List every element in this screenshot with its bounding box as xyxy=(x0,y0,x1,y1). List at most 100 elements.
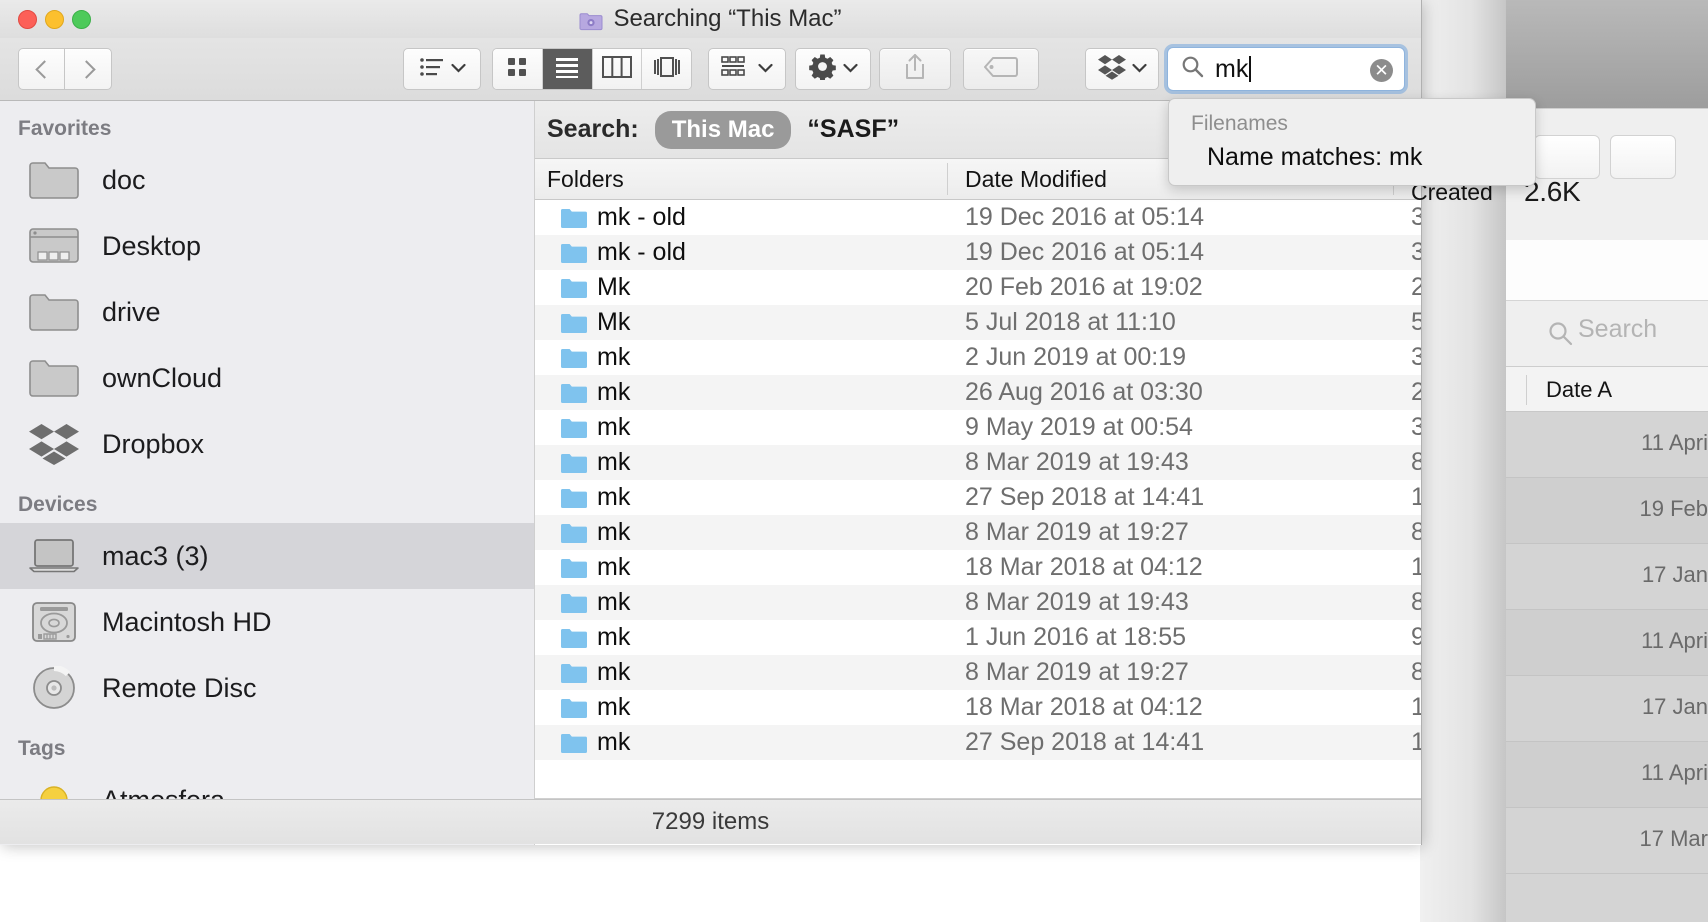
row-date-modified: 2 Jun 2019 at 00:19 xyxy=(965,343,1187,371)
row-date-modified: 26 Aug 2016 at 03:30 xyxy=(965,378,1203,406)
row-date-modified: 18 Mar 2018 at 04:12 xyxy=(965,693,1203,721)
background-table-row[interactable]: 17 Mar xyxy=(1506,808,1708,874)
scope-label: Search: xyxy=(547,115,639,143)
row-folder-name: mk xyxy=(597,658,631,686)
disc-icon xyxy=(26,666,82,710)
view-mode-coverflow-view[interactable] xyxy=(642,49,691,89)
search-suggestions-popover[interactable]: Filenames Name matches: mk xyxy=(1168,98,1536,186)
table-row[interactable]: mk 8 Mar 2019 at 19:27 8 Mar 2019 xyxy=(535,515,1421,550)
folder-icon xyxy=(560,417,588,444)
search-field[interactable]: mk ✕ xyxy=(1167,47,1405,91)
search-input[interactable]: mk xyxy=(1215,55,1248,84)
row-date-modified: 8 Mar 2019 at 19:43 xyxy=(965,588,1189,616)
sidebar-section-devices: Devices xyxy=(18,493,98,516)
sidebar-item-desktop[interactable]: Desktop xyxy=(0,213,534,279)
clear-search-icon[interactable]: ✕ xyxy=(1370,59,1393,82)
table-row[interactable]: mk 8 Mar 2019 at 19:43 8 Mar 2019 xyxy=(535,585,1421,620)
row-date-created: 18 Mar 2018 xyxy=(1411,553,1421,581)
sidebar-item-mac3-3[interactable]: mac3 (3) xyxy=(0,523,534,589)
sidebar-item-label: Dropbox xyxy=(102,428,205,459)
dropbox-icon xyxy=(26,422,82,466)
sidebar-item-dropbox[interactable]: Dropbox xyxy=(0,411,534,477)
text-caret xyxy=(1249,56,1252,82)
background-table-row[interactable]: 17 Jan xyxy=(1506,544,1708,610)
folder-icon xyxy=(560,662,588,689)
background-row-list[interactable]: 11 Apri 19 Feb 17 Jan 11 Apri 17 Jan 11 Apri 1… xyxy=(1506,412,1708,922)
sidebar-item-drive[interactable]: drive xyxy=(0,279,534,345)
table-row[interactable]: mk 27 Sep 2018 at 14:41 1 Jan 1970 a xyxy=(535,725,1421,760)
columns-icon xyxy=(601,55,632,83)
column-divider-1[interactable] xyxy=(947,163,948,195)
background-window-content-strip xyxy=(1506,240,1708,300)
search-icon xyxy=(1548,321,1574,352)
suggestion-item-name-matches[interactable]: Name matches: mk xyxy=(1207,143,1422,172)
background-column-header[interactable]: Date A xyxy=(1506,366,1708,412)
row-date-created: 8 Mar 2019 xyxy=(1411,518,1421,546)
background-table-row[interactable]: 11 Apri xyxy=(1506,412,1708,478)
row-folder-name: Mk xyxy=(597,308,631,336)
chevron-left-icon xyxy=(34,59,54,79)
background-table-row[interactable]: 19 Feb xyxy=(1506,478,1708,544)
dropbox-toolbar-button[interactable] xyxy=(1085,48,1159,90)
view-mode-column-view[interactable] xyxy=(592,49,643,89)
table-row[interactable]: mk 27 Sep 2018 at 14:41 1 Jan 1970 a xyxy=(535,480,1421,515)
table-row[interactable]: mk 26 Aug 2016 at 03:30 25 Aug 2016 xyxy=(535,375,1421,410)
content-area: Search: This Mac “SASF” Folders Date Mod… xyxy=(535,101,1493,845)
table-row[interactable]: mk 1 Jun 2016 at 18:55 9 Nov 2015 xyxy=(535,620,1421,655)
titlebar[interactable]: Searching “This Mac” xyxy=(0,0,1421,38)
table-row[interactable]: mk 8 Mar 2019 at 19:27 8 Mar 2019 xyxy=(535,655,1421,690)
background-table-row[interactable]: 17 Jan xyxy=(1506,676,1708,742)
background-row-date: 19 Feb xyxy=(1639,496,1708,521)
row-date-modified: 8 Mar 2019 at 19:27 xyxy=(965,518,1189,546)
status-bar: 7299 items xyxy=(0,799,1421,844)
group-items-button[interactable] xyxy=(708,48,786,90)
background-search-field[interactable]: Search xyxy=(1506,300,1708,366)
sidebar-item-label: Desktop xyxy=(102,230,202,261)
table-row[interactable]: mk 9 May 2019 at 00:54 31 Oct 2015 xyxy=(535,410,1421,445)
sidebar-item-doc[interactable]: doc xyxy=(0,147,534,213)
sidebar[interactable]: Favorites doc Desktop drive ownCloud Dropbox D… xyxy=(0,101,535,845)
view-mode-segmented-control[interactable] xyxy=(492,48,692,90)
row-folder-name: mk xyxy=(597,378,631,406)
file-list[interactable]: mk - old19 Dec 2016 at 05:1431 Oct 2015m… xyxy=(535,200,1421,786)
table-row[interactable]: mk - old 19 Dec 2016 at 05:14 31 Oct 2015 xyxy=(535,200,1421,235)
sidebar-item-owncloud[interactable]: ownCloud xyxy=(0,345,534,411)
scope-current-folder[interactable]: “SASF” xyxy=(807,115,899,144)
folder-icon xyxy=(560,487,588,514)
background-row-date: 17 Jan xyxy=(1641,694,1708,719)
sidebar-item-remote-disc[interactable]: Remote Disc xyxy=(0,655,534,721)
forward-button[interactable] xyxy=(64,48,112,90)
back-button[interactable] xyxy=(18,48,66,90)
background-row-date: 11 Apri xyxy=(1641,628,1708,653)
sidebar-section-favorites: Favorites xyxy=(18,117,112,140)
table-row[interactable]: Mk 5 Jul 2018 at 11:10 5 Jul 2018 a xyxy=(535,305,1421,340)
toolbar[interactable]: mk ✕ xyxy=(0,38,1421,101)
row-folder-name: mk - old xyxy=(597,203,686,231)
share-button[interactable] xyxy=(879,48,951,90)
group-items-icon xyxy=(721,55,751,83)
folder-icon xyxy=(26,356,82,400)
table-row[interactable]: mk 2 Jun 2019 at 00:19 31 Oct 2015 xyxy=(535,340,1421,375)
desktop-icon xyxy=(26,224,82,268)
table-row[interactable]: Mk 20 Feb 2016 at 19:02 20 Feb 2016 xyxy=(535,270,1421,305)
scope-this-mac[interactable]: This Mac xyxy=(654,110,792,149)
background-table-row[interactable]: 11 Apri xyxy=(1506,742,1708,808)
window-body: Favorites doc Desktop drive ownCloud Dropbox D… xyxy=(0,101,1493,845)
view-mode-icon-view[interactable] xyxy=(493,49,543,89)
table-row[interactable]: mk 18 Mar 2018 at 04:12 18 Mar 2018 xyxy=(535,550,1421,585)
background-table-row[interactable]: 11 Apri xyxy=(1506,610,1708,676)
sidebar-item-macintosh-hd[interactable]: Macintosh HD xyxy=(0,589,534,655)
tag-button[interactable] xyxy=(963,48,1039,90)
row-folder-name: mk xyxy=(597,728,631,756)
background-toolbar-button-1[interactable] xyxy=(1534,135,1600,179)
view-mode-list-view[interactable] xyxy=(542,49,593,89)
column-header-folders[interactable]: Folders xyxy=(547,166,624,193)
table-row[interactable]: mk 8 Mar 2019 at 19:43 8 Mar 2019 xyxy=(535,445,1421,480)
action-menu-button[interactable] xyxy=(795,48,871,90)
table-row[interactable]: mk - old 19 Dec 2016 at 05:14 31 Oct 2015 xyxy=(535,235,1421,270)
column-header-date-modified[interactable]: Date Modified xyxy=(965,166,1107,193)
background-toolbar-button-2[interactable] xyxy=(1610,135,1676,179)
sidebar-item-label: drive xyxy=(102,296,161,327)
table-row[interactable]: mk 18 Mar 2018 at 04:12 18 Mar 2018 xyxy=(535,690,1421,725)
arrange-button[interactable] xyxy=(403,48,481,90)
